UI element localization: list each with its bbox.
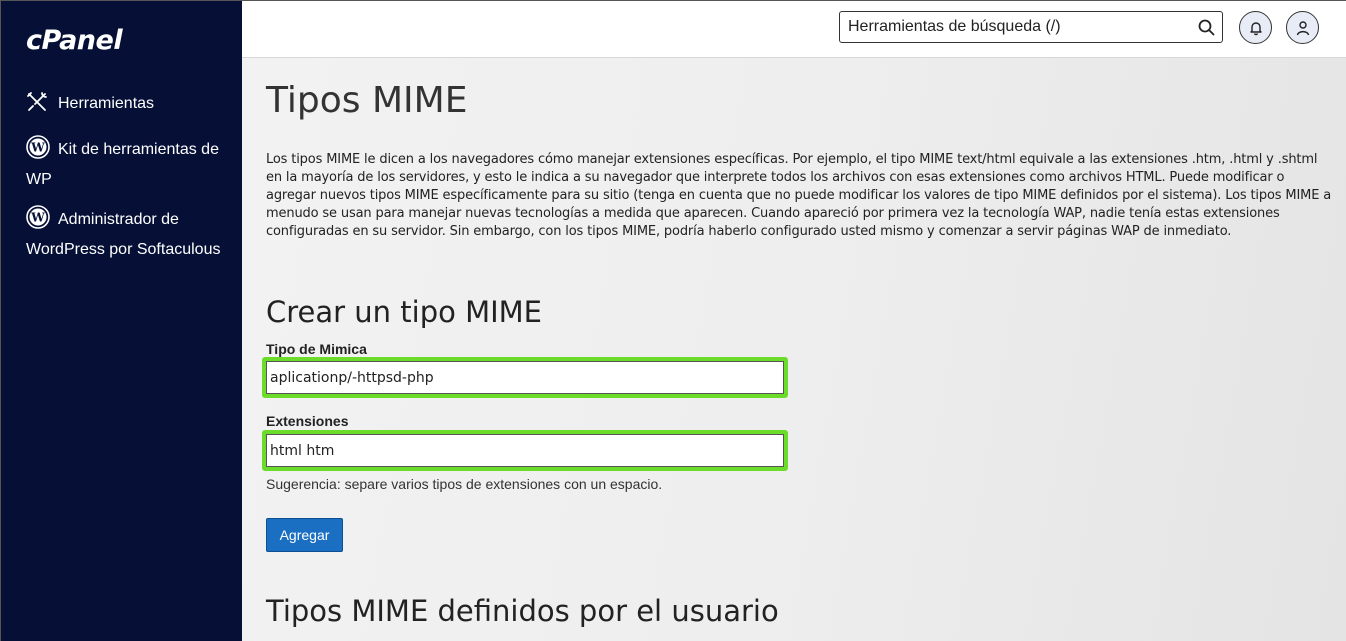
extensions-label: Extensiones	[266, 413, 349, 429]
mime-type-input[interactable]	[266, 361, 784, 394]
user-menu-button[interactable]	[1286, 11, 1319, 44]
page-title: Tipos MIME	[266, 80, 468, 121]
wordpress-icon: W	[26, 205, 50, 229]
search-icon[interactable]	[1198, 19, 1215, 36]
search-input[interactable]	[848, 16, 1188, 38]
cpanel-logo[interactable]: cPanel	[26, 25, 123, 56]
mime-type-label: Tipo de Mimica	[266, 341, 367, 357]
svg-text:W: W	[30, 211, 45, 225]
sidebar-item-herramientas[interactable]: Herramientas	[26, 89, 226, 119]
tools-icon	[26, 91, 50, 115]
sidebar-item-label: Kit de herramientas de WP	[26, 141, 219, 188]
wordpress-icon: W	[26, 135, 50, 159]
user-defined-section-title: Tipos MIME definidos por el usuario	[266, 594, 779, 628]
notifications-button[interactable]	[1239, 11, 1272, 44]
main-content: Tipos MIME Los tipos MIME le dicen a los…	[242, 58, 1346, 641]
create-section-title: Crear un tipo MIME	[266, 295, 542, 329]
extensions-highlight	[262, 430, 788, 471]
sidebar-item-label: Herramientas	[58, 95, 155, 112]
search-box[interactable]	[839, 11, 1223, 43]
page-description: Los tipos MIME le dicen a los navegadore…	[266, 152, 1332, 239]
sidebar-item-softaculous[interactable]: W Administrador de WordPress por Softacu…	[26, 205, 226, 265]
top-header	[242, 1, 1346, 58]
sidebar: cPanel Herramientas W Kit de herramienta…	[1, 1, 242, 641]
mime-type-highlight	[262, 357, 788, 398]
sidebar-item-label: Administrador de WordPress por Softaculo…	[26, 211, 221, 258]
add-button[interactable]: Agregar	[266, 518, 343, 552]
extensions-input[interactable]	[266, 434, 784, 467]
extensions-hint: Sugerencia: separe varios tipos de exten…	[266, 476, 663, 492]
sidebar-item-wp-toolkit[interactable]: W Kit de herramientas de WP	[26, 135, 226, 195]
svg-text:W: W	[30, 141, 45, 155]
